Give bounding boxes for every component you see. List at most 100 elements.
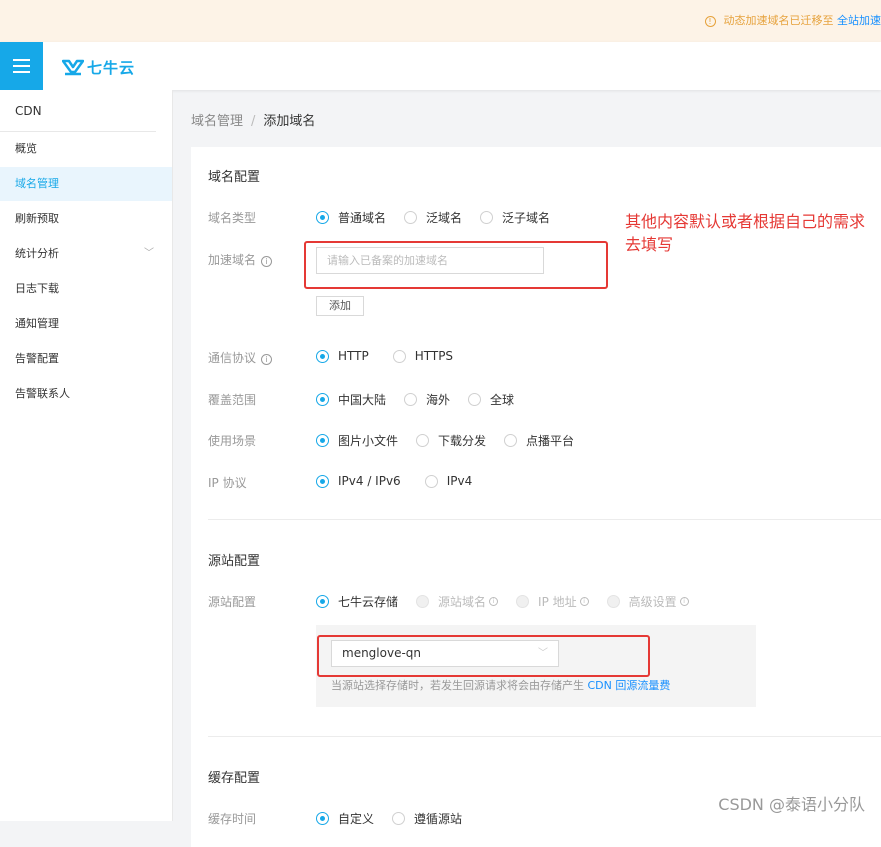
radio-dot xyxy=(316,434,329,447)
radio-label: 源站域名 xyxy=(438,593,486,610)
radio-follow-origin[interactable]: 遵循源站 xyxy=(392,810,462,827)
radio-wildcard-domain[interactable]: 泛域名 xyxy=(404,209,462,226)
sidebar-item-log-download[interactable]: 日志下载 xyxy=(0,272,172,306)
radio-label: 海外 xyxy=(426,391,450,408)
radio-dot xyxy=(316,595,329,608)
notice-link[interactable]: 全站加速 xyxy=(837,14,881,27)
section-title-domain: 域名配置 xyxy=(208,166,260,185)
origin-radio-group: 七牛云存储 源站域名i IP 地址i 高级设置i xyxy=(316,593,707,610)
radio-label: 七牛云存储 xyxy=(338,593,398,610)
logo[interactable]: 七牛云 xyxy=(62,57,135,78)
radio-dot xyxy=(416,595,429,608)
radio-dot xyxy=(504,434,517,447)
notice-text: 动态加速域名已迁移至 xyxy=(724,14,834,27)
top-bar: 七牛云 xyxy=(0,42,881,90)
logo-text: 七牛云 xyxy=(87,57,135,78)
radio-qiniu-storage[interactable]: 七牛云存储 xyxy=(316,593,398,610)
radio-dot xyxy=(425,475,438,488)
radio-custom[interactable]: 自定义 xyxy=(316,810,374,827)
section-title-origin: 源站配置 xyxy=(208,550,260,569)
radio-ip-address[interactable]: IP 地址i xyxy=(516,593,589,610)
logo-icon xyxy=(62,59,84,76)
coverage-label: 覆盖范围 xyxy=(208,391,256,408)
radio-https[interactable]: HTTPS xyxy=(393,349,453,363)
radio-download-distribution[interactable]: 下载分发 xyxy=(416,432,486,449)
scenario-radio-group: 图片小文件 下载分发 点播平台 xyxy=(316,432,592,449)
add-domain-button[interactable]: 添加 xyxy=(316,296,364,316)
radio-label: 图片小文件 xyxy=(338,432,398,449)
annotation-note: 其他内容默认或者根据自己的需求去填写 xyxy=(625,210,875,256)
info-icon: i xyxy=(580,597,589,606)
radio-overseas[interactable]: 海外 xyxy=(404,391,450,408)
main-content: 域名管理/添加域名 域名配置 域名类型 普通域名 泛域名 泛子域名 加速域名i … xyxy=(173,90,881,821)
radio-dot xyxy=(316,812,329,825)
sidebar-item-refresh-prefetch[interactable]: 刷新预取 xyxy=(0,202,172,236)
radio-label: 下载分发 xyxy=(438,432,486,449)
radio-label: HTTPS xyxy=(415,349,453,363)
radio-label: IPv4 xyxy=(447,474,473,488)
accel-domain-label: 加速域名 i xyxy=(208,251,272,268)
sidebar-item-alert-config[interactable]: 告警配置 xyxy=(0,342,172,376)
radio-origin-domain[interactable]: 源站域名i xyxy=(416,593,498,610)
radio-mainland-china[interactable]: 中国大陆 xyxy=(316,391,386,408)
radio-label: 遵循源站 xyxy=(414,810,462,827)
sidebar-item-alert-contacts[interactable]: 告警联系人 xyxy=(0,377,172,411)
origin-fee-link[interactable]: CDN 回源流量费 xyxy=(588,679,671,692)
cache-radio-group: 自定义 遵循源站 xyxy=(316,810,480,827)
sidebar-item-label: 统计分析 xyxy=(15,247,59,260)
hamburger-icon xyxy=(13,59,30,61)
radio-dot xyxy=(404,393,417,406)
sidebar-item-notification[interactable]: 通知管理 xyxy=(0,307,172,341)
menu-toggle-button[interactable] xyxy=(0,42,43,90)
origin-hint: 当源站选择存储时，若发生回源请求将会由存储产生 CDN 回源流量费 xyxy=(331,677,670,693)
info-icon[interactable]: i xyxy=(261,256,272,267)
accel-domain-label-text: 加速域名 xyxy=(208,253,256,267)
radio-ipv4-ipv6[interactable]: IPv4 / IPv6 xyxy=(316,474,401,488)
protocol-label: 通信协议i xyxy=(208,349,272,366)
radio-advanced-settings[interactable]: 高级设置i xyxy=(607,593,689,610)
radio-image-small-files[interactable]: 图片小文件 xyxy=(316,432,398,449)
origin-label: 源站配置 xyxy=(208,593,256,610)
sidebar-item-statistics[interactable]: 统计分析 ﹀ xyxy=(0,237,172,271)
radio-dot xyxy=(316,475,329,488)
radio-label: 中国大陆 xyxy=(338,391,386,408)
radio-dot xyxy=(316,211,329,224)
hamburger-line xyxy=(13,71,30,73)
radio-dot xyxy=(607,595,620,608)
radio-label: 泛子域名 xyxy=(502,209,550,226)
breadcrumb-parent[interactable]: 域名管理 xyxy=(191,114,243,129)
radio-dot xyxy=(316,393,329,406)
breadcrumb-current: 添加域名 xyxy=(263,114,315,129)
radio-label: 普通域名 xyxy=(338,209,386,226)
radio-label: IPv4 / IPv6 xyxy=(338,474,401,488)
info-icon: i xyxy=(489,597,498,606)
radio-http[interactable]: HTTP xyxy=(316,349,369,363)
radio-dot xyxy=(393,350,406,363)
radio-ipv4[interactable]: IPv4 xyxy=(425,474,473,488)
radio-vod-platform[interactable]: 点播平台 xyxy=(504,432,574,449)
highlight-box-bucket xyxy=(317,635,650,677)
notice-message: !动态加速域名已迁移至 全站加速 xyxy=(705,12,881,28)
radio-label: IP 地址 xyxy=(538,593,577,610)
scenario-label: 使用场景 xyxy=(208,432,256,449)
domain-type-label: 域名类型 xyxy=(208,209,256,226)
breadcrumb: 域名管理 / 添加域名 xyxy=(191,110,315,129)
radio-dot xyxy=(480,211,493,224)
coverage-radio-group: 中国大陆 海外 全球 xyxy=(316,391,532,408)
radio-global[interactable]: 全球 xyxy=(468,391,514,408)
protocol-radio-group: HTTP HTTPS xyxy=(316,349,471,363)
breadcrumb-separator: / xyxy=(251,114,255,129)
info-icon: i xyxy=(680,597,689,606)
sidebar: CDN 概览 域名管理 刷新预取 统计分析 ﹀ 日志下载 通知管理 告警配置 告… xyxy=(0,90,173,821)
sidebar-item-overview[interactable]: 概览 xyxy=(0,132,172,166)
sidebar-item-domain-management[interactable]: 域名管理 xyxy=(0,167,172,201)
info-icon[interactable]: i xyxy=(261,354,272,365)
radio-wildcard-subdomain[interactable]: 泛子域名 xyxy=(480,209,550,226)
section-title-cache: 缓存配置 xyxy=(208,767,260,786)
radio-normal-domain[interactable]: 普通域名 xyxy=(316,209,386,226)
radio-label: 自定义 xyxy=(338,810,374,827)
cache-time-label: 缓存时间 xyxy=(208,810,256,827)
radio-dot xyxy=(516,595,529,608)
radio-label: 泛域名 xyxy=(426,209,462,226)
radio-label: HTTP xyxy=(338,349,369,363)
